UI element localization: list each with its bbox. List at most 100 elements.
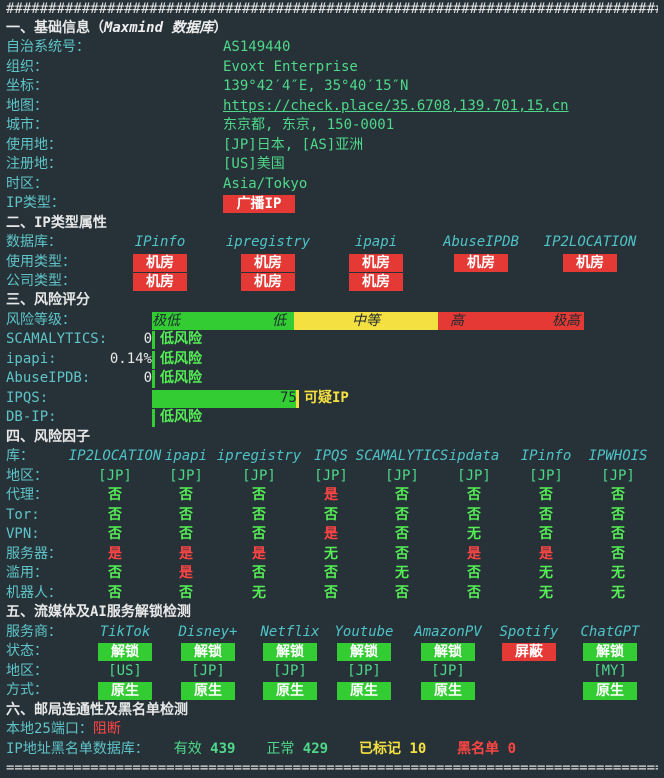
unlock-region: [JP] xyxy=(347,663,381,679)
risk-level-medium: 中等 xyxy=(352,313,380,329)
factor-value: 否 xyxy=(611,487,625,503)
info-label: 城市： xyxy=(6,117,48,133)
unlock-status-badge: 解锁 xyxy=(263,643,317,661)
provider-name-6: ChatGPT xyxy=(580,624,640,640)
section1-title-end: ） xyxy=(213,20,228,36)
db-name-4: IP2LOCATION xyxy=(543,234,637,250)
info-value: Asia/Tokyo xyxy=(223,176,308,192)
risk-level-label: 风险等级： xyxy=(6,312,76,328)
risk-verdict: 低风险 xyxy=(160,370,202,386)
info-label: 坐标： xyxy=(6,78,48,94)
usage-badge: 机房 xyxy=(454,254,508,272)
factor-value: 否 xyxy=(108,565,122,581)
factor-value: [JP] xyxy=(169,468,203,484)
usage-badge: 机房 xyxy=(563,254,617,272)
unlock-region: [MY] xyxy=(593,663,627,679)
factor-value: 否 xyxy=(252,565,266,581)
db-name-0: IPinfo xyxy=(134,234,186,250)
factor-value: 否 xyxy=(395,487,409,503)
ip-type-badge: 广播IP xyxy=(223,195,295,213)
info-label: 使用地： xyxy=(6,137,62,153)
factor-value: 否 xyxy=(539,526,553,542)
risk-bar-tick xyxy=(152,370,155,388)
factor-value: 否 xyxy=(539,507,553,523)
ipqs-score: 75 xyxy=(280,390,297,406)
factor-label: 机器人： xyxy=(6,585,62,601)
factor-label: VPN: xyxy=(6,526,40,542)
risk-verdict: 低风险 xyxy=(160,351,202,367)
marked-label: 已标记 xyxy=(358,741,401,757)
factor-value: 是 xyxy=(539,546,553,562)
unlock-status-badge: 解锁 xyxy=(421,643,475,661)
factor-label: 代理： xyxy=(6,487,48,503)
factor-value: 否 xyxy=(252,507,266,523)
unlock-method-badge: 原生 xyxy=(421,682,475,700)
factor-value: 否 xyxy=(324,565,338,581)
risk-score: 0 xyxy=(143,331,152,347)
factor-value: 否 xyxy=(467,487,481,503)
unlock-region: [US] xyxy=(108,663,142,679)
db-name-1: ipregistry xyxy=(225,234,311,250)
unlock-method-badge: 原生 xyxy=(181,682,235,700)
blacklist-count-value: 0 xyxy=(507,741,516,757)
factor-value: 否 xyxy=(395,526,409,542)
info-value: Evoxt Enterprise xyxy=(223,59,358,75)
db-name-2: ipapi xyxy=(354,234,398,250)
factor-value: 否 xyxy=(179,487,193,503)
risk-verdict: 低风险 xyxy=(160,331,202,347)
unlock-method-badge: 原生 xyxy=(263,682,317,700)
usage-badge: 机房 xyxy=(133,254,187,272)
info-label: 地图： xyxy=(6,98,48,114)
method-label: 方式： xyxy=(6,682,48,698)
risk-bar-high: 高 极高 xyxy=(438,312,584,330)
factor-value: 否 xyxy=(108,585,122,601)
unlock-region: [JP] xyxy=(273,663,307,679)
normal-label: 正常 xyxy=(266,741,295,757)
info-value: 139°42′4″E, 35°40′15″N xyxy=(223,78,409,94)
map-link[interactable]: https://check.place/35.6708,139.701,15,c… xyxy=(223,97,569,116)
factor-value: [JP] xyxy=(601,468,635,484)
unlock-status-badge: 屏蔽 xyxy=(502,643,556,661)
ipqs-verdict: 可疑IP xyxy=(304,390,349,406)
factor-value: 否 xyxy=(324,585,338,601)
factor-value: 否 xyxy=(395,546,409,562)
risk-score: 0 xyxy=(143,370,152,386)
provider-name-4: AmazonPV xyxy=(414,624,482,640)
factor-value: 是 xyxy=(467,546,481,562)
factor-value: 无 xyxy=(467,526,481,542)
factor-value: 否 xyxy=(108,526,122,542)
unlock-method-badge: 原生 xyxy=(337,682,391,700)
factor-value: [JP] xyxy=(314,468,348,484)
factor-value: 是 xyxy=(179,546,193,562)
company-badge: 机房 xyxy=(349,273,403,291)
port25-value: 阻断 xyxy=(92,721,121,737)
valid-label: 有效 xyxy=(173,741,202,757)
company-label: 公司类型： xyxy=(6,273,76,289)
factor-label: 地区： xyxy=(6,468,48,484)
section1-title: 一、基础信息（Maxmind 数据库） xyxy=(6,19,227,38)
factor-value: [JP] xyxy=(98,468,132,484)
factor-value: 无 xyxy=(395,565,409,581)
marked-value: 10 xyxy=(409,741,427,757)
unlock-status-badge: 解锁 xyxy=(98,643,152,661)
risk-level-low: 低 xyxy=(272,313,286,329)
unlock-region: [JP] xyxy=(191,663,225,679)
factor-value: [JP] xyxy=(242,468,276,484)
section2-title: 二、IP类型属性 xyxy=(6,215,107,231)
info-label: 组织： xyxy=(6,59,48,75)
factor-label: 服务器： xyxy=(6,546,62,562)
info-label: 自治系统号： xyxy=(6,39,90,55)
info-label: 时区： xyxy=(6,176,48,192)
usage-badge: 机房 xyxy=(241,254,295,272)
factor-value: 否 xyxy=(611,546,625,562)
risk-score: 0.14% xyxy=(109,351,152,367)
risk-bar-medium: 中等 xyxy=(294,312,438,330)
valid-value: 439 xyxy=(210,741,236,757)
ipqs-score-bar xyxy=(152,390,296,408)
factor-value: 无 xyxy=(324,546,338,562)
unlock-method-badge: 原生 xyxy=(583,682,637,700)
factor-value: 无 xyxy=(611,565,625,581)
lib-name-7: IPWHOIS xyxy=(588,448,648,464)
company-badge: 机房 xyxy=(133,273,187,291)
factor-value: [JP] xyxy=(457,468,491,484)
